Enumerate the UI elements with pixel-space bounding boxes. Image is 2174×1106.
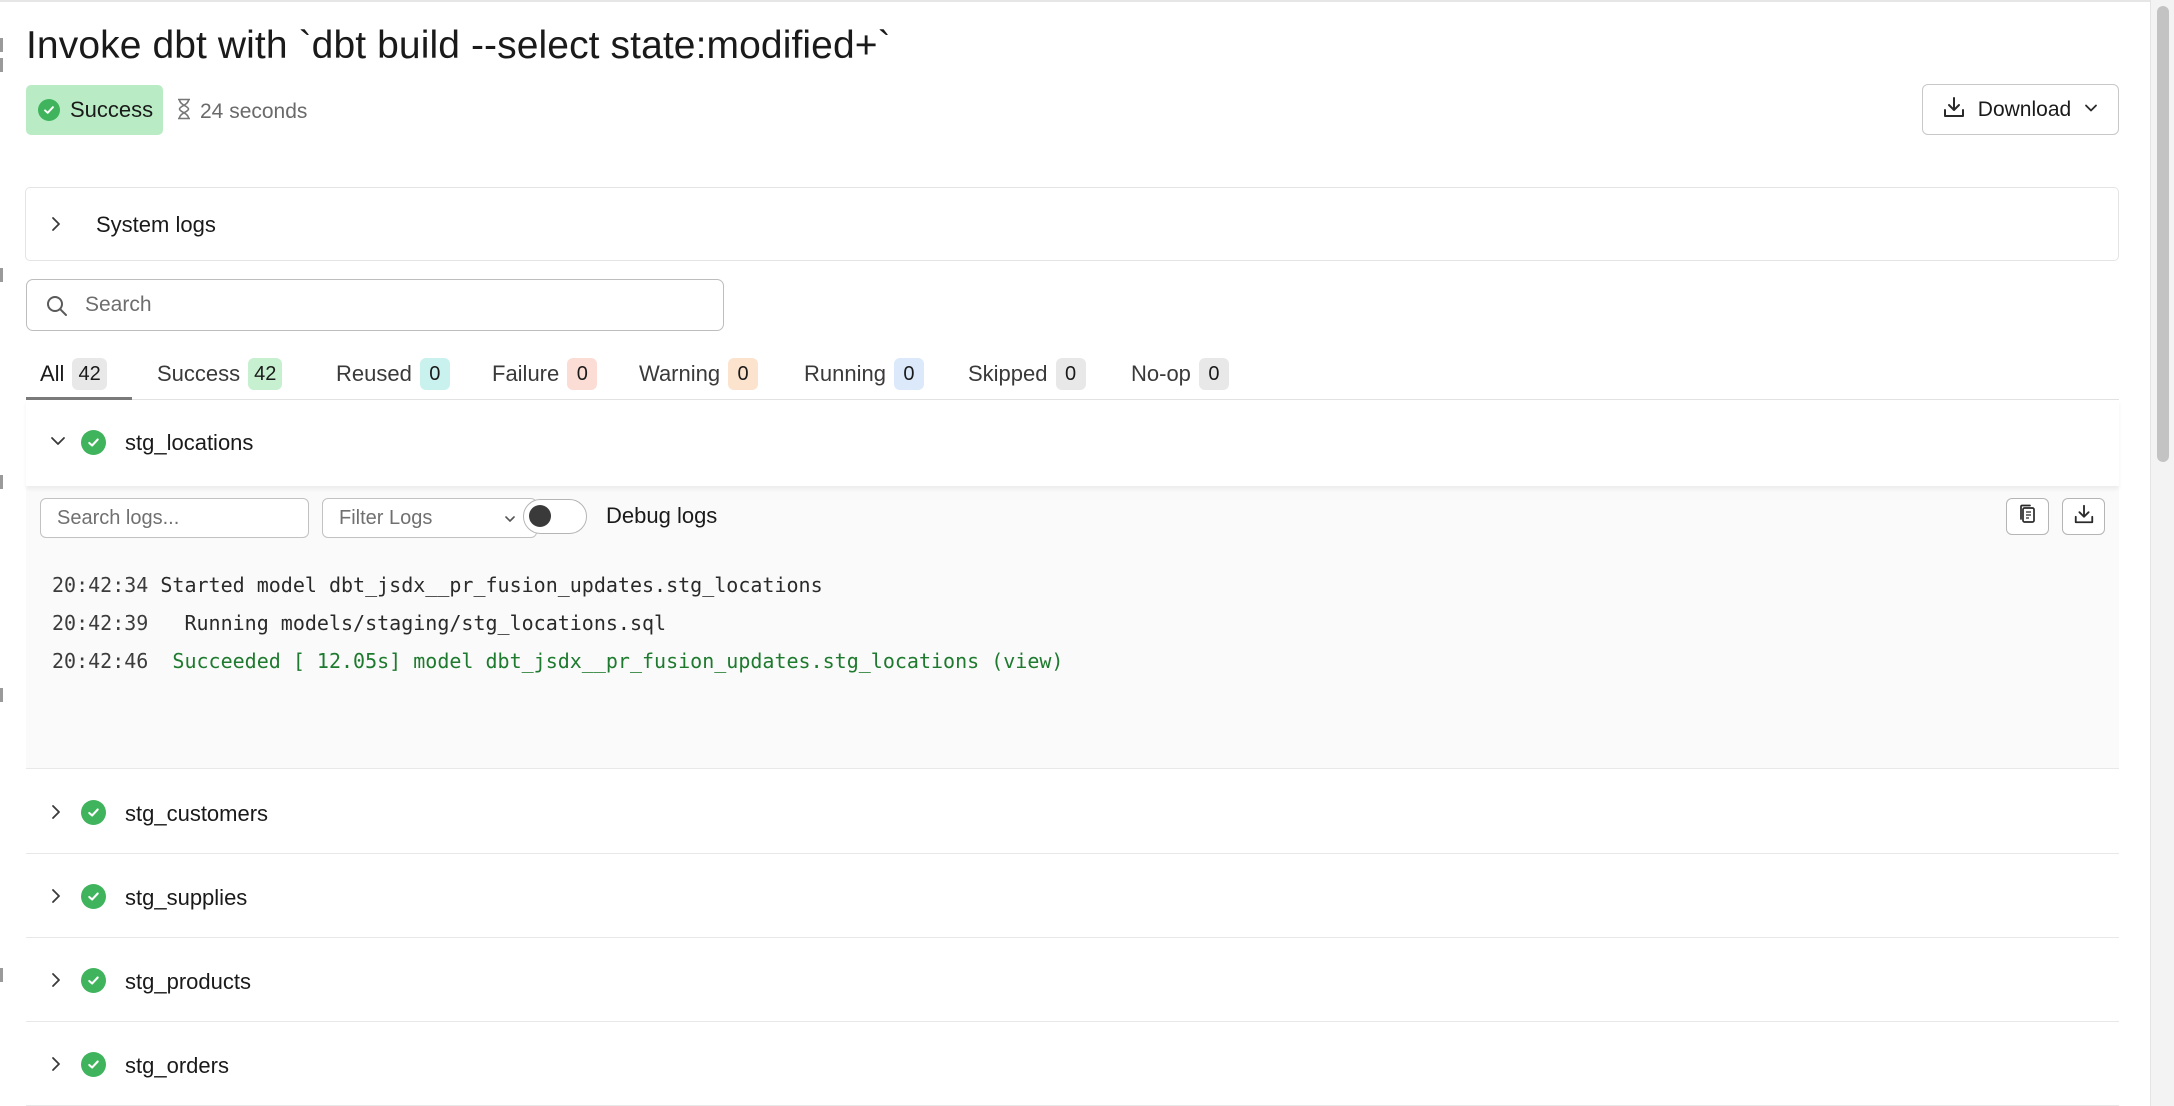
model-name: stg_customers xyxy=(125,801,269,826)
model-name: stg_orders xyxy=(125,1053,229,1078)
check-circle-icon xyxy=(81,884,106,909)
check-circle-icon xyxy=(81,800,106,825)
chevron-down-icon xyxy=(2083,98,2099,122)
model-log-panel: Filter Logs Debug logs 20:42:34 Started … xyxy=(26,486,2119,769)
log-timestamp: 20:42:39 xyxy=(52,611,149,635)
model-name: stg_products xyxy=(125,969,251,994)
download-button[interactable]: Download xyxy=(1922,84,2119,135)
log-search-field[interactable] xyxy=(40,498,309,538)
log-message: Succeeded [ 12.05s] model dbt_jsdx__pr_f… xyxy=(160,649,1064,673)
log-message: Started model dbt_jsdx__pr_fusion_update… xyxy=(160,573,823,597)
status-filter-tabs: All 42 Success 42 Reused 0 Failure 0 War… xyxy=(26,358,2119,400)
check-circle-icon xyxy=(81,1052,106,1077)
search-input[interactable] xyxy=(85,290,705,320)
log-search-input[interactable] xyxy=(57,506,297,530)
tab-count: 42 xyxy=(248,358,283,390)
tab-label: Reused xyxy=(336,361,412,386)
search-icon xyxy=(45,294,69,323)
tab-label: Failure xyxy=(492,361,560,386)
model-row[interactable]: stg_supplies xyxy=(26,854,2119,938)
download-logs-button[interactable] xyxy=(2062,498,2105,535)
log-line: 20:42:34 Started model dbt_jsdx__pr_fusi… xyxy=(52,566,1063,604)
log-timestamp: 20:42:46 xyxy=(52,649,149,673)
tab-count: 0 xyxy=(1055,358,1086,390)
tab-running[interactable]: Running 0 xyxy=(804,358,924,400)
tab-label: Skipped xyxy=(968,361,1048,386)
copy-logs-button[interactable] xyxy=(2006,498,2049,535)
tab-success[interactable]: Success 42 xyxy=(157,358,283,400)
chevron-right-icon xyxy=(48,970,64,995)
chevron-right-icon xyxy=(48,1054,64,1079)
check-circle-icon xyxy=(38,99,60,121)
tab-count: 0 xyxy=(893,358,924,390)
model-name: stg_supplies xyxy=(125,885,248,910)
search-field[interactable] xyxy=(26,279,724,331)
tab-label: Running xyxy=(804,361,886,386)
vertical-scrollbar[interactable] xyxy=(2150,0,2174,1106)
toggle-knob xyxy=(529,505,551,527)
run-details-page: Invoke dbt with `dbt build --select stat… xyxy=(0,0,2174,1106)
debug-logs-toggle[interactable] xyxy=(523,499,587,534)
model-row-expanded[interactable]: stg_locations xyxy=(26,400,2119,486)
model-row[interactable]: stg_orders xyxy=(26,1022,2119,1106)
chevron-right-icon xyxy=(48,214,64,239)
tab-count: 0 xyxy=(1198,358,1229,390)
log-timestamp: 20:42:34 xyxy=(52,573,149,597)
chevron-down-icon xyxy=(48,433,68,454)
check-circle-icon xyxy=(81,968,106,993)
tab-no-op[interactable]: No-op 0 xyxy=(1131,358,1229,400)
tab-count: 0 xyxy=(728,358,759,390)
model-row[interactable]: stg_products xyxy=(26,938,2119,1022)
copy-icon xyxy=(2017,503,2039,530)
tab-reused[interactable]: Reused 0 xyxy=(336,358,450,400)
scrollbar-thumb[interactable] xyxy=(2157,6,2169,462)
filter-logs-select[interactable]: Filter Logs xyxy=(322,498,537,538)
page-title: Invoke dbt with `dbt build --select stat… xyxy=(26,24,891,67)
tab-failure[interactable]: Failure 0 xyxy=(492,358,598,400)
filter-logs-label: Filter Logs xyxy=(339,507,433,529)
chevron-right-icon xyxy=(48,886,64,911)
tab-count: 0 xyxy=(567,358,598,390)
tab-skipped[interactable]: Skipped 0 xyxy=(968,358,1086,400)
debug-logs-label: Debug logs xyxy=(606,503,718,528)
tab-warning[interactable]: Warning 0 xyxy=(639,358,759,400)
status-label: Success xyxy=(70,97,154,122)
tab-count: 0 xyxy=(419,358,450,390)
system-logs-label: System logs xyxy=(96,212,216,237)
tab-label: Warning xyxy=(639,361,721,386)
chevron-right-icon xyxy=(48,802,64,827)
log-output: 20:42:34 Started model dbt_jsdx__pr_fusi… xyxy=(52,566,1063,680)
tab-label: Success xyxy=(157,361,241,386)
hourglass-icon xyxy=(176,98,192,126)
check-circle-icon xyxy=(81,430,106,455)
log-line: 20:42:39 Running models/staging/stg_loca… xyxy=(52,604,1063,642)
model-row[interactable]: stg_customers xyxy=(26,770,2119,854)
log-line: 20:42:46 Succeeded [ 12.05s] model dbt_j… xyxy=(52,642,1063,680)
status-badge: Success xyxy=(26,85,164,135)
model-name: stg_locations xyxy=(125,430,254,455)
duration-text: 24 seconds xyxy=(200,100,308,123)
system-logs-accordion[interactable]: System logs xyxy=(25,187,2119,261)
download-icon xyxy=(2073,503,2095,530)
tab-label: All xyxy=(40,361,65,386)
download-icon xyxy=(1942,95,1966,125)
tab-count: 42 xyxy=(72,358,107,390)
tab-label: No-op xyxy=(1131,361,1191,386)
download-label: Download xyxy=(1977,97,2072,121)
left-edge-marks xyxy=(0,0,3,1106)
run-duration: 24 seconds xyxy=(176,98,307,126)
tab-all[interactable]: All 42 xyxy=(40,358,107,400)
top-border xyxy=(0,0,2152,2)
chevron-down-icon xyxy=(503,512,517,531)
log-message: Running models/staging/stg_locations.sql xyxy=(160,611,667,635)
